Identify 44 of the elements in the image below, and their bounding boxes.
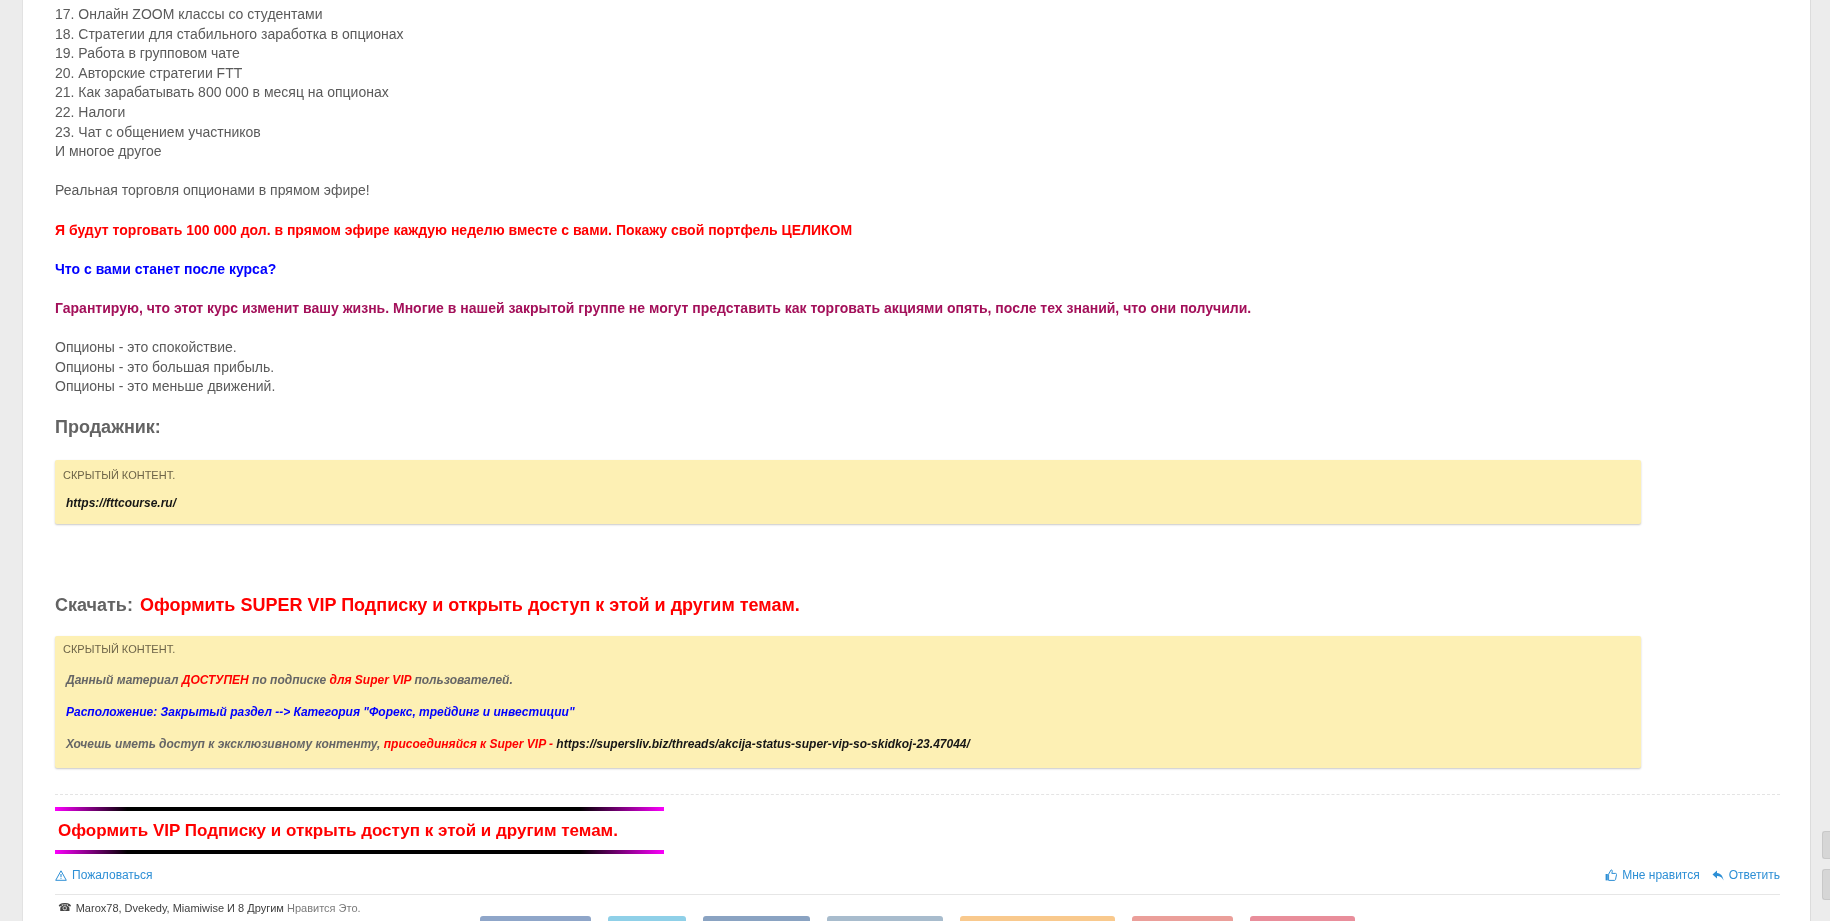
download-label: Скачать: [55,594,133,617]
notice-text: Данный материал ДОСТУПЕН по подписке для Super VIP пользователей. [64,672,513,689]
post-text-line: Опционы - это спокойствие. [55,338,237,358]
subscribe-link[interactable]: Оформить SUPER VIP Подписку и открыть доступ к этой и другим темам. [139,594,800,617]
post-text-line: И многое другое [55,142,162,162]
share-button[interactable] [703,916,810,921]
liked-users-link[interactable]: Marox78, Dvekedy, Miamiwise И 8 Другим [75,902,284,915]
notice-text: Хочешь иметь доступ к эксклюзивному контенту, присоединяйся к Super VIP - https://supersliv.biz/threads/akcija-status-super-vip-so-skidkoj-23.47044/ [64,736,970,753]
hidden-content-label: СКРЫТЫЙ КОНТЕНТ. [63,468,176,483]
post-text-line: Опционы - это большая прибыль. [55,357,275,377]
phone-icon: ☎ [58,901,72,916]
share-button[interactable] [608,916,686,921]
post-text-line: 20. Авторские стратегии FTT [55,63,243,83]
likes-text: Marox78, Dvekedy, Miamiwise И 8 Другим Нравится Это. [75,901,361,916]
section-heading: Продажник: [55,416,161,439]
side-tab[interactable] [1822,831,1830,859]
post-text-line: 22. Налоги [55,102,126,122]
url-link[interactable]: https://supersliv.biz/threads/akcija-status-super-vip-so-skidkoj-23.47044/ [556,737,970,752]
reply-link[interactable]: Ответить [1711,868,1780,883]
side-tab[interactable] [1822,869,1830,900]
share-button[interactable] [1250,916,1355,921]
vip-banner-link[interactable]: Оформить VIP Подписку и открыть доступ к этой и другим темам. [55,807,664,855]
warning-icon [55,869,67,881]
reply-arrow-icon [1711,869,1724,881]
hidden-content-label: СКРЫТЫЙ КОНТЕНТ. [63,642,176,657]
notice-text: Расположение: Закрытый раздел --> Категория "Форекс, трейдинг и инвестиции" [65,704,575,721]
share-button[interactable] [960,916,1115,921]
post-text-line: 17. Онлайн ZOOM классы со студентами [55,5,323,24]
share-button[interactable] [1132,916,1233,921]
post-text-line: 21. Как зарабатывать 800 000 в месяц на опционах [55,83,389,103]
post-text-line: Я будут торговать 100 000 дол. в прямом эфире каждую неделю вместе с вами. Покажу свой портфель ЦЕЛИКОМ [55,220,853,240]
post-text-line: Что с вами станет после курса? [55,259,277,279]
post-text-line: Гарантирую, что этот курс изменит вашу жизнь. Многие в нашей закрытой группе не могут представить как торговать акциями опять, после тех знаний, что они получили. [55,298,1252,318]
like-link[interactable]: Мне нравится [1605,868,1700,883]
thumbs-up-icon [1605,869,1618,882]
post-text-line: 19. Работа в групповом чате [55,44,240,64]
post-text-line: Реальная торговля опционами в прямом эфире! [55,181,370,201]
post-text-line: 23. Чат с общением участников [55,122,261,142]
share-button[interactable] [480,916,591,921]
post-text-line: Опционы - это меньше движений. [55,377,276,397]
url-link[interactable]: https://fttcourse.ru/ [66,496,176,511]
report-link[interactable]: Пожаловаться [55,868,153,883]
post-text-line: 18. Стратегии для стабильного заработка в опционах [55,24,404,44]
share-button[interactable] [827,916,943,921]
